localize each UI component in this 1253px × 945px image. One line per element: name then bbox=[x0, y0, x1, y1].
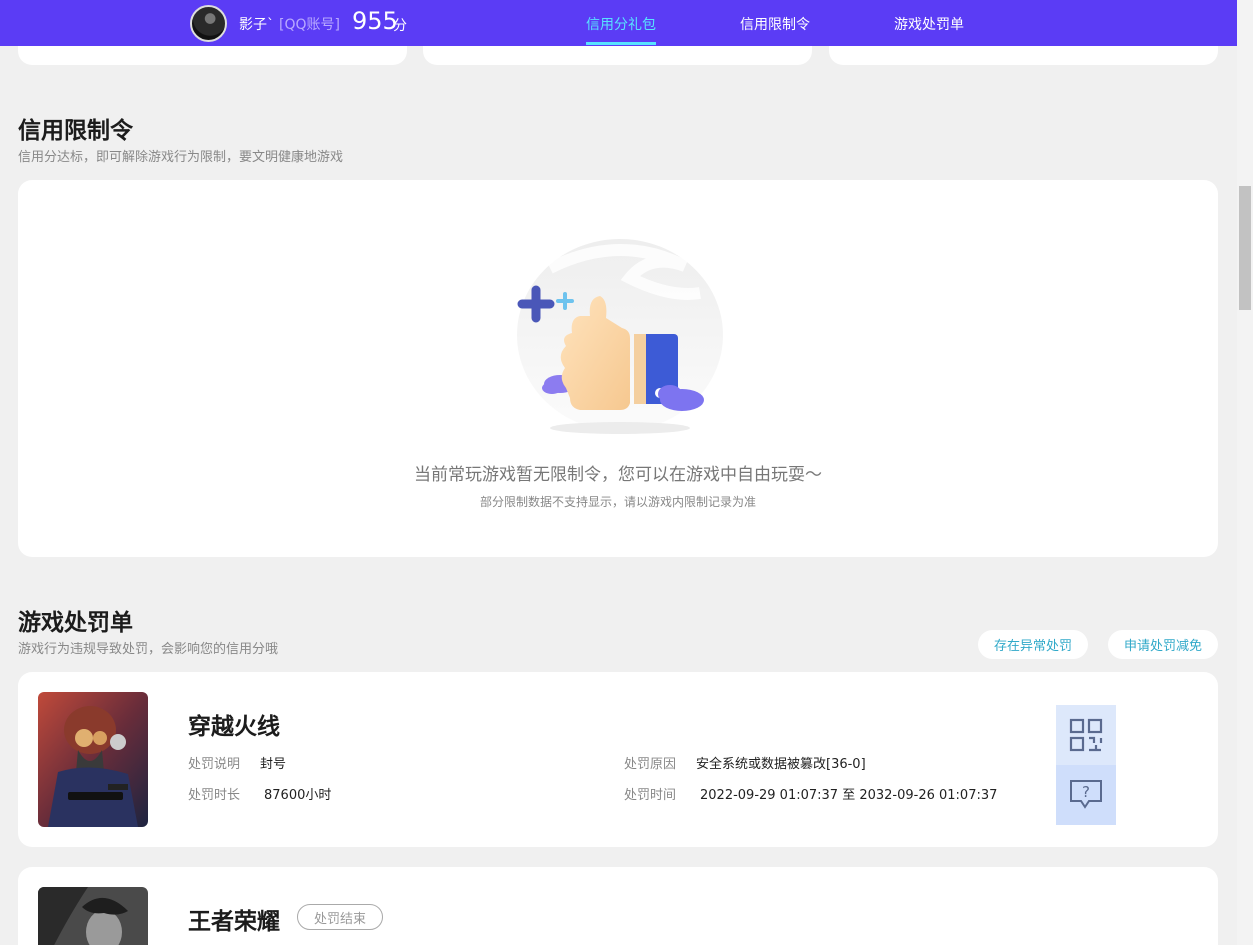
penalty-reason-label: 处罚原因 bbox=[624, 757, 677, 772]
penalty-reason-value: 安全系统或数据被篡改[36-0] bbox=[696, 757, 866, 772]
penalty-section-title: 游戏处罚单 bbox=[18, 610, 133, 636]
penalty-duration-value: 87600小时 bbox=[264, 788, 332, 803]
penalty-time-label: 处罚时间 bbox=[624, 788, 677, 803]
feedback-button[interactable]: ? bbox=[1056, 765, 1116, 825]
tab-game-penalty[interactable]: 游戏处罚单 bbox=[894, 14, 964, 34]
penalty-desc-label: 处罚说明 bbox=[188, 757, 241, 772]
account-type: [QQ账号] bbox=[279, 17, 340, 33]
scrollbar-thumb[interactable] bbox=[1239, 186, 1251, 310]
username: 影子` bbox=[239, 17, 274, 33]
penalty-time-value: 2022-09-29 01:07:37 至 2032-09-26 01:07:3… bbox=[700, 788, 998, 803]
top-nav-bar: 影子` [QQ账号] 955 分 信用分礼包 信用限制令 游戏处罚单 bbox=[0, 0, 1237, 46]
restriction-section-subtitle: 信用分达标，即可解除游戏行为限制，要文明健康地游戏 bbox=[18, 150, 344, 165]
active-tab-indicator bbox=[586, 42, 656, 45]
thumbs-up-illustration bbox=[517, 239, 723, 434]
score-unit: 分 bbox=[393, 18, 407, 34]
restriction-section-title: 信用限制令 bbox=[18, 118, 133, 144]
scrollbar-track[interactable] bbox=[1237, 0, 1253, 945]
game-name: 穿越火线 bbox=[188, 714, 280, 740]
game-name: 王者荣耀 bbox=[188, 909, 280, 935]
qr-code-button[interactable] bbox=[1056, 705, 1116, 765]
game-cover-image bbox=[38, 887, 148, 945]
apply-reduction-button[interactable]: 申请处罚减免 bbox=[1108, 630, 1218, 659]
svg-text:?: ? bbox=[1082, 783, 1090, 801]
status-badge: 处罚结束 bbox=[297, 904, 383, 930]
tab-credit-gift[interactable]: 信用分礼包 bbox=[586, 14, 656, 34]
abnormal-penalty-button[interactable]: 存在异常处罚 bbox=[978, 630, 1088, 659]
penalty-desc-value: 封号 bbox=[260, 757, 287, 772]
empty-state-note: 部分限制数据不支持显示，请以游戏内限制记录为准 bbox=[479, 495, 756, 509]
qrcode-icon bbox=[1069, 718, 1103, 752]
empty-state-message: 当前常玩游戏暂无限制令，您可以在游戏中自由玩耍～ bbox=[414, 465, 822, 485]
credit-score: 955 bbox=[352, 7, 398, 35]
penalty-duration-label: 处罚时长 bbox=[188, 788, 241, 803]
game-cover-image bbox=[38, 692, 148, 827]
penalty-section-subtitle: 游戏行为违规导致处罚，会影响您的信用分哦 bbox=[18, 642, 279, 657]
tab-credit-restriction[interactable]: 信用限制令 bbox=[740, 14, 810, 34]
avatar[interactable] bbox=[190, 5, 227, 42]
question-chat-icon: ? bbox=[1070, 780, 1102, 809]
